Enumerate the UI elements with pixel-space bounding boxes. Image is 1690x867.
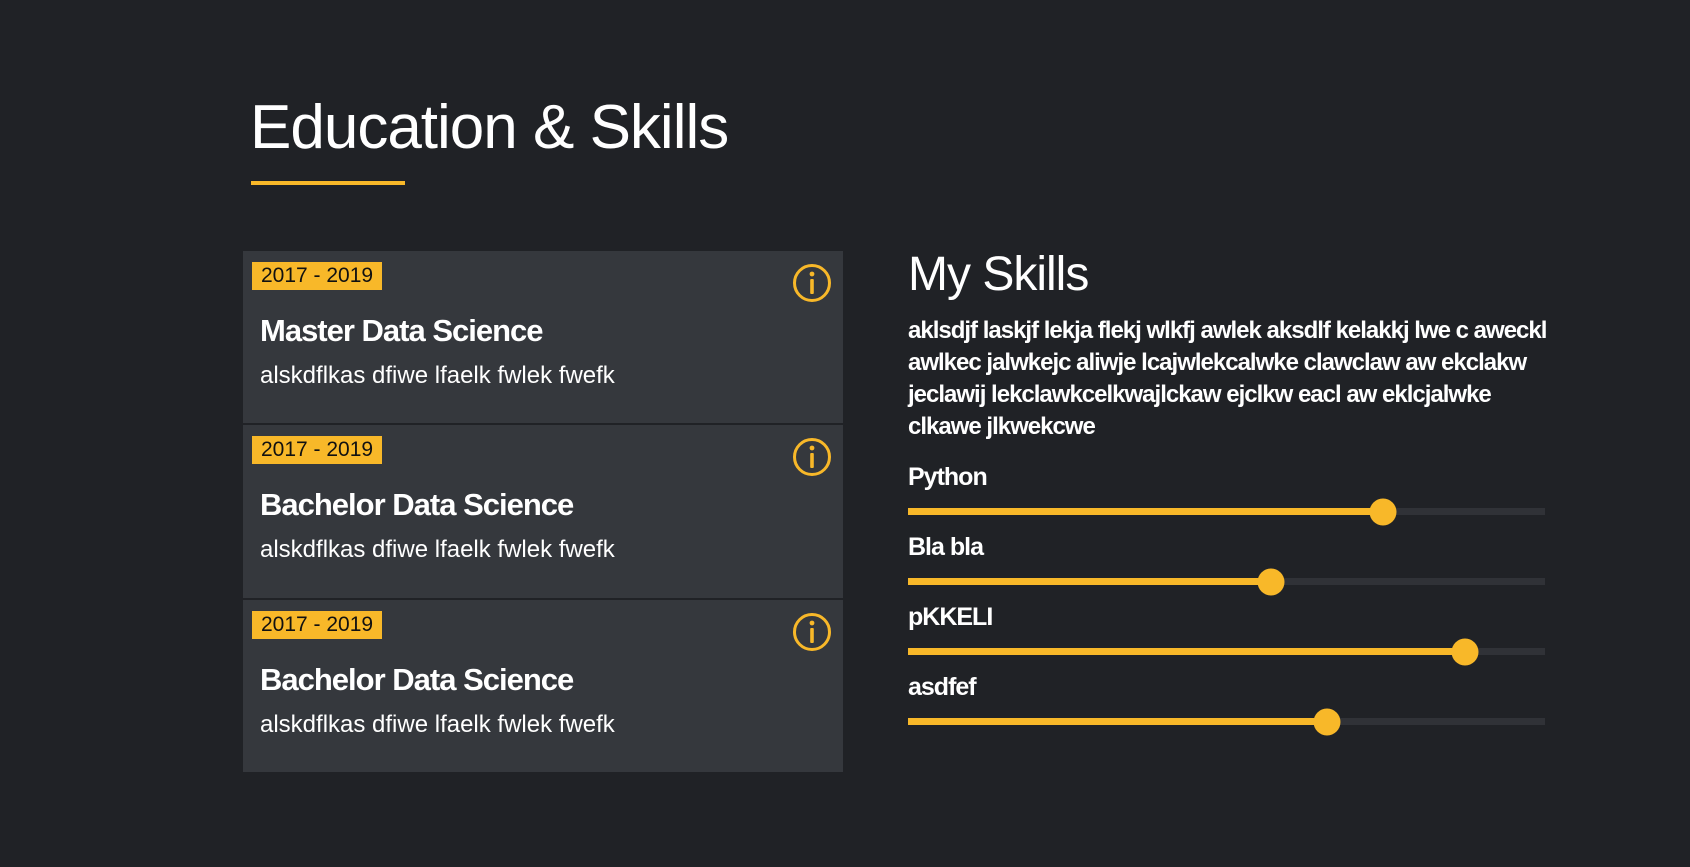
education-date-badge: 2017 - 2019 <box>252 610 383 639</box>
education-description: alskdflkas dfiwe lfaelk fwlek fwefk <box>260 710 615 738</box>
education-date-badge: 2017 - 2019 <box>252 262 383 290</box>
info-icon[interactable] <box>792 612 832 652</box>
skill-slider-fill <box>908 508 1383 515</box>
education-card: 2017 - 2019 Bachelor Data Science alskdf… <box>243 425 843 598</box>
skill-pkkeli: pKKELI <box>908 603 1548 673</box>
title-underline <box>251 181 405 185</box>
skill-slider-fill <box>908 718 1327 725</box>
skill-slider-track[interactable] <box>908 498 1545 525</box>
skill-slider-thumb[interactable] <box>1257 568 1285 595</box>
education-degree: Bachelor Data Science <box>260 661 574 697</box>
skill-slider-fill <box>908 648 1466 655</box>
skill-asdfef: asdfef <box>908 673 1548 743</box>
education-date-badge: 2017 - 2019 <box>252 436 383 465</box>
education-list: 2017 - 2019 Master Data Science alskdflk… <box>243 251 843 772</box>
skill-slider-track[interactable] <box>908 568 1545 595</box>
skills-description: aklsdjf laskjf lekja flekj wlkfj awlek a… <box>908 317 1547 440</box>
skill-bla-bla: Bla bla <box>908 533 1548 603</box>
education-description: alskdflkas dfiwe lfaelk fwlek fwefk <box>260 536 615 564</box>
education-card: 2017 - 2019 Bachelor Data Science alskdf… <box>243 599 843 772</box>
skill-slider-fill <box>908 578 1272 585</box>
education-card: 2017 - 2019 Master Data Science alskdflk… <box>243 251 843 424</box>
skill-name: asdfef <box>908 673 977 701</box>
skill-python: Python <box>908 463 1548 533</box>
education-degree: Master Data Science <box>260 313 544 348</box>
skill-name: pKKELI <box>908 603 993 631</box>
info-icon[interactable] <box>792 263 832 303</box>
section-title: Education & Skills <box>250 93 729 162</box>
skill-slider-thumb[interactable] <box>1451 638 1479 665</box>
education-description: alskdflkas dfiwe lfaelk fwlek fwefk <box>260 362 615 389</box>
skill-slider-thumb[interactable] <box>1369 498 1397 525</box>
skills-title: My Skills <box>908 248 1089 301</box>
education-degree: Bachelor Data Science <box>260 487 574 523</box>
skill-slider-thumb[interactable] <box>1313 708 1340 735</box>
skill-name: Bla bla <box>908 533 984 561</box>
skills-panel: My Skills aklsdjf laskjf lekja flekj wlk… <box>908 245 1548 743</box>
education-skills-section: Education & Skills 2017 - 2019 Master Da… <box>0 0 1690 867</box>
skill-slider-track[interactable] <box>908 708 1545 735</box>
skill-name: Python <box>908 463 988 491</box>
info-icon[interactable] <box>792 437 832 477</box>
skill-slider-track[interactable] <box>908 638 1545 665</box>
